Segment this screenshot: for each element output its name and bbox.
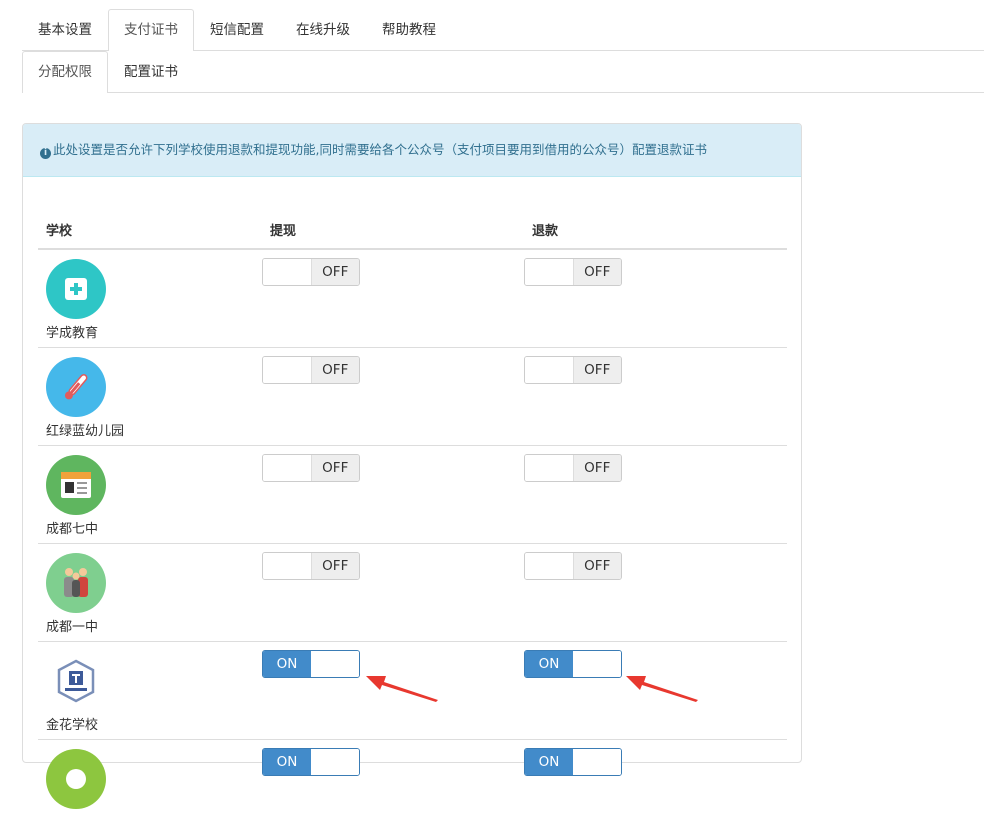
toggle-on-label: ON xyxy=(263,651,311,677)
main-tabs: 基本设置 支付证书 短信配置 在线升级 帮助教程 xyxy=(22,9,984,51)
table-row: 学成教育 OFF OFF xyxy=(38,249,787,348)
tab-help-tutorial[interactable]: 帮助教程 xyxy=(366,9,452,49)
withdraw-toggle[interactable]: ON xyxy=(262,650,360,678)
sub-tabs: 分配权限 配置证书 xyxy=(22,51,984,93)
withdraw-toggle[interactable]: OFF xyxy=(262,552,360,580)
withdraw-cell: ON xyxy=(262,642,524,740)
table-row: ON ON xyxy=(38,740,787,837)
school-name: 学成教育 xyxy=(46,322,262,341)
refund-cell: OFF xyxy=(524,544,787,642)
withdraw-cell: OFF xyxy=(262,249,524,348)
withdraw-toggle[interactable]: OFF xyxy=(262,454,360,482)
withdraw-toggle[interactable]: OFF xyxy=(262,356,360,384)
school-name: 成都一中 xyxy=(46,616,262,635)
withdraw-toggle[interactable]: ON xyxy=(262,748,360,776)
refund-toggle[interactable]: ON xyxy=(524,748,622,776)
refund-cell: OFF xyxy=(524,446,787,544)
school-cell: 成都一中 xyxy=(38,544,262,642)
info-alert: i此处设置是否允许下列学校使用退款和提现功能,同时需要给各个公众号（支付项目要用… xyxy=(23,124,801,177)
toggle-handle xyxy=(263,357,311,383)
toggle-off-label: OFF xyxy=(573,553,622,579)
toggle-on-label: ON xyxy=(525,651,573,677)
subtab-assign-permissions[interactable]: 分配权限 xyxy=(22,51,108,93)
refund-toggle[interactable]: OFF xyxy=(524,552,622,580)
toggle-off-label: OFF xyxy=(573,455,622,481)
people-group-icon xyxy=(46,553,106,613)
tab-sms-config[interactable]: 短信配置 xyxy=(194,9,280,49)
subtab-configure-certificate[interactable]: 配置证书 xyxy=(108,51,194,91)
toggle-off-label: OFF xyxy=(311,357,360,383)
toggle-handle xyxy=(263,455,311,481)
refund-cell: ON xyxy=(524,740,787,837)
thermometer-icon xyxy=(46,357,106,417)
school-cell: 成都七中 xyxy=(38,446,262,544)
toggle-handle xyxy=(263,259,311,285)
school-name: 成都七中 xyxy=(46,518,262,537)
school-cell: 红绿蓝幼儿园 xyxy=(38,348,262,446)
permissions-panel: i此处设置是否允许下列学校使用退款和提现功能,同时需要给各个公众号（支付项目要用… xyxy=(22,123,802,763)
table-row: 成都一中 OFF OFF xyxy=(38,544,787,642)
toggle-off-label: OFF xyxy=(573,259,622,285)
tab-online-upgrade[interactable]: 在线升级 xyxy=(280,9,366,49)
toggle-off-label: OFF xyxy=(311,455,360,481)
tab-basic-settings[interactable]: 基本设置 xyxy=(22,9,108,49)
refund-toggle[interactable]: OFF xyxy=(524,454,622,482)
toggle-off-label: OFF xyxy=(311,553,360,579)
info-circle-icon: i xyxy=(40,148,51,159)
school-logo-icon xyxy=(46,749,106,809)
header-school: 学校 xyxy=(38,210,262,249)
withdraw-cell: OFF xyxy=(262,544,524,642)
refund-cell: ON xyxy=(524,642,787,740)
header-refund: 退款 xyxy=(524,210,787,249)
toggle-handle xyxy=(263,553,311,579)
toggle-handle xyxy=(525,455,573,481)
school-cell: 金花学校 xyxy=(38,642,262,740)
table-row: 金花学校 ON ON xyxy=(38,642,787,740)
refund-cell: OFF xyxy=(524,348,787,446)
newspaper-icon xyxy=(46,455,106,515)
refund-cell: OFF xyxy=(524,249,787,348)
toggle-handle xyxy=(525,259,573,285)
school-permissions-table: 学校 提现 退款 学成教育 OFF OFF 红绿蓝幼儿园 OFF OFF 成都七中 OFF OF… xyxy=(38,210,787,837)
table-row: 成都七中 OFF OFF xyxy=(38,446,787,544)
withdraw-cell: OFF xyxy=(262,348,524,446)
school-name: 金花学校 xyxy=(46,714,262,733)
toggle-on-label: ON xyxy=(263,749,311,775)
toggle-handle xyxy=(573,651,621,677)
withdraw-toggle[interactable]: OFF xyxy=(262,258,360,286)
withdraw-cell: OFF xyxy=(262,446,524,544)
toggle-off-label: OFF xyxy=(311,259,360,285)
medical-kit-icon xyxy=(46,259,106,319)
school-badge-icon xyxy=(46,651,106,711)
refund-toggle[interactable]: OFF xyxy=(524,258,622,286)
refund-toggle[interactable]: OFF xyxy=(524,356,622,384)
school-name: 红绿蓝幼儿园 xyxy=(46,420,262,439)
school-cell: 学成教育 xyxy=(38,249,262,348)
toggle-on-label: ON xyxy=(525,749,573,775)
header-withdraw: 提现 xyxy=(262,210,524,249)
withdraw-cell: ON xyxy=(262,740,524,837)
school-cell xyxy=(38,740,262,837)
alert-text: 此处设置是否允许下列学校使用退款和提现功能,同时需要给各个公众号（支付项目要用到… xyxy=(53,142,707,157)
refund-toggle[interactable]: ON xyxy=(524,650,622,678)
toggle-off-label: OFF xyxy=(573,357,622,383)
toggle-handle xyxy=(525,553,573,579)
toggle-handle xyxy=(311,651,359,677)
toggle-handle xyxy=(525,357,573,383)
table-header-row: 学校 提现 退款 xyxy=(38,210,787,249)
table-row: 红绿蓝幼儿园 OFF OFF xyxy=(38,348,787,446)
toggle-handle xyxy=(311,749,359,775)
tab-payment-certificate[interactable]: 支付证书 xyxy=(108,9,194,51)
toggle-handle xyxy=(573,749,621,775)
